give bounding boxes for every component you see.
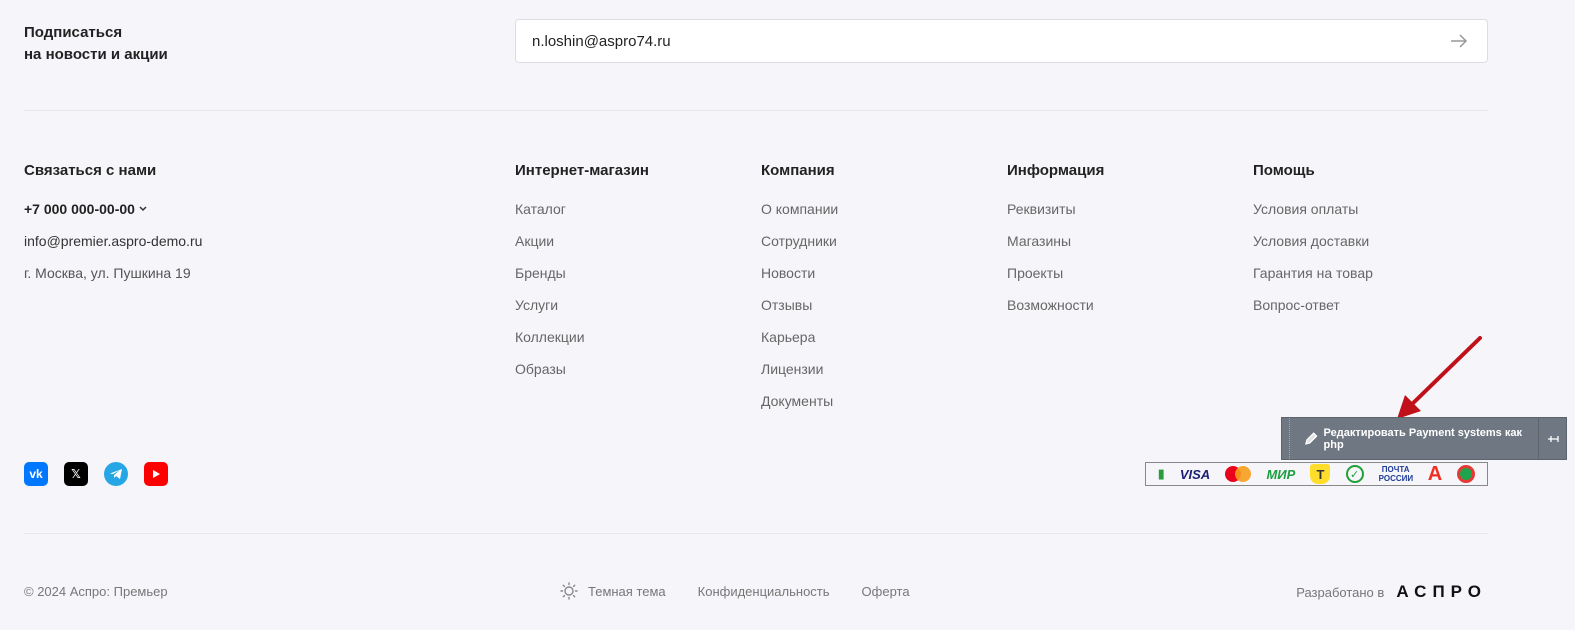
red-arrow-annotation: [1397, 336, 1482, 419]
contact-address: г. Москва, ул. Пушкина 19: [24, 265, 191, 281]
bottom-links: Темная тема Конфиденциальность Оферта: [560, 582, 910, 600]
visa-icon: VISA: [1179, 466, 1211, 482]
youtube-icon[interactable]: [144, 462, 168, 486]
pin-icon: [1547, 435, 1559, 442]
footer-link-collections[interactable]: Коллекции: [515, 328, 649, 346]
alfa-icon: A: [1427, 462, 1443, 485]
contacts-column: Связаться с нами +7 000 000-00-00 info@p…: [24, 160, 202, 296]
telegram-icon[interactable]: [104, 462, 128, 486]
play-icon: [153, 470, 160, 478]
tinkoff-icon: T: [1310, 464, 1331, 484]
footer-link-news[interactable]: Новости: [761, 264, 838, 282]
subscribe-form: [515, 19, 1488, 63]
divider-bottom: [24, 533, 1488, 534]
phone-number: +7 000 000-00-00: [24, 201, 135, 217]
pencil-icon: [1305, 431, 1318, 445]
footer-link-projects[interactable]: Проекты: [1007, 264, 1104, 282]
help-column: Помощь Условия оплаты Условия доставки Г…: [1253, 160, 1373, 328]
telegram-plane-icon: [110, 469, 122, 479]
footer-link-career[interactable]: Карьера: [761, 328, 838, 346]
footer-link-about[interactable]: О компании: [761, 200, 838, 218]
subscribe-title: Подписаться на новости и акции: [24, 22, 168, 66]
drag-handle[interactable]: [1282, 418, 1290, 459]
company-column-title: Компания: [761, 162, 835, 179]
sbp-icon: ▮: [1157, 466, 1165, 481]
edit-payment-button[interactable]: Редактировать Payment systems как php: [1290, 427, 1538, 451]
developed-label: Разработано в: [1296, 584, 1385, 600]
vk-icon[interactable]: vk: [24, 462, 48, 486]
footer-bottom: © 2024 Аспро: Премьер Темная тема Конфид…: [0, 582, 1575, 602]
arrow-right-icon: [1451, 34, 1468, 48]
footer-link-faq[interactable]: Вопрос-ответ: [1253, 296, 1373, 314]
footer-link-reviews[interactable]: Отзывы: [761, 296, 838, 314]
subscribe-title-line2: на новости и акции: [24, 46, 168, 63]
contact-email-link[interactable]: info@premier.aspro-demo.ru: [24, 232, 202, 250]
footer-link-requisites[interactable]: Реквизиты: [1007, 200, 1104, 218]
edit-payment-label: Редактировать Payment systems как php: [1323, 426, 1522, 451]
footer-link-catalog[interactable]: Каталог: [515, 200, 649, 218]
offer-link[interactable]: Оферта: [862, 584, 910, 599]
phone-dropdown[interactable]: +7 000 000-00-00: [24, 200, 202, 218]
mir-icon: МИР: [1266, 466, 1296, 482]
footer-link-looks[interactable]: Образы: [515, 360, 649, 378]
aspro-logo[interactable]: АСПРО: [1396, 582, 1487, 602]
footer-link-delivery-terms[interactable]: Условия доставки: [1253, 232, 1373, 250]
edit-payment-panel: Редактировать Payment systems как php: [1281, 417, 1567, 460]
footer-link-staff[interactable]: Сотрудники: [761, 232, 838, 250]
footer-link-features[interactable]: Возможности: [1007, 296, 1104, 314]
privacy-link[interactable]: Конфиденциальность: [698, 584, 830, 599]
sber-icon: ✓: [1345, 465, 1364, 483]
email-input[interactable]: [532, 32, 1447, 50]
contacts-title: Связаться с нами: [24, 162, 157, 179]
footer-link-stores[interactable]: Магазины: [1007, 232, 1104, 250]
shop-column-title: Интернет-магазин: [515, 162, 649, 179]
theme-label: Темная тема: [588, 583, 666, 599]
pochta-icon: ПОЧТА РОССИИ: [1378, 465, 1414, 483]
shop-column: Интернет-магазин Каталог Акции Бренды Ус…: [515, 160, 649, 392]
footer-link-documents[interactable]: Документы: [761, 392, 838, 410]
social-links: vk 𝕏: [24, 462, 168, 486]
subscribe-submit-button[interactable]: [1447, 29, 1471, 53]
footer-link-services[interactable]: Услуги: [515, 296, 649, 314]
developer-credit: Разработано в АСПРО: [1296, 582, 1487, 602]
sovcom-icon: [1457, 465, 1476, 483]
pin-button[interactable]: [1538, 418, 1566, 459]
mastercard-icon: [1225, 466, 1252, 482]
footer-link-payment-terms[interactable]: Условия оплаты: [1253, 200, 1373, 218]
help-column-title: Помощь: [1253, 162, 1315, 179]
theme-toggle[interactable]: Темная тема: [560, 582, 666, 600]
footer-link-brands[interactable]: Бренды: [515, 264, 649, 282]
x-icon[interactable]: 𝕏: [64, 462, 88, 486]
copyright: © 2024 Аспро: Премьер: [24, 584, 168, 599]
footer-link-licenses[interactable]: Лицензии: [761, 360, 838, 378]
company-column: Компания О компании Сотрудники Новости О…: [761, 160, 838, 424]
footer-link-warranty[interactable]: Гарантия на товар: [1253, 264, 1373, 282]
footer-link-sales[interactable]: Акции: [515, 232, 649, 250]
info-column: Информация Реквизиты Магазины Проекты Во…: [1007, 160, 1104, 328]
subscribe-title-line1: Подписаться: [24, 24, 123, 41]
info-column-title: Информация: [1007, 162, 1105, 179]
divider-top: [24, 110, 1488, 111]
payment-systems: ▮ VISA МИР T ✓ ПОЧТА РОССИИ A: [1145, 462, 1488, 486]
caret-down-icon: [139, 206, 147, 212]
sun-icon: [560, 582, 578, 600]
